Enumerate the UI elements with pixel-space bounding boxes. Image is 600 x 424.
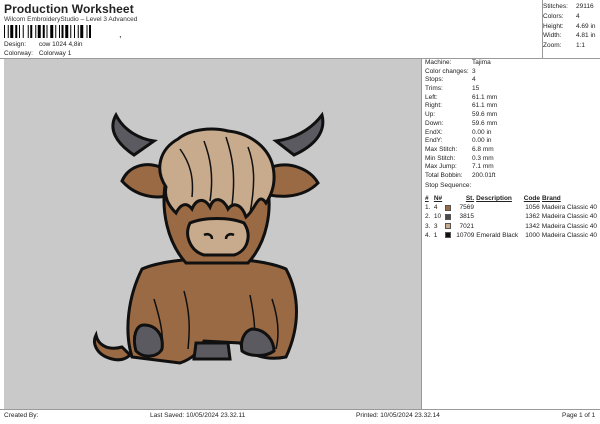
info-endy: EndY: 0.00 in [425, 137, 492, 145]
info-max-stitch: Max Stitch: 6.8 mm [425, 145, 494, 153]
color-swatch [444, 213, 451, 220]
right-horn [272, 111, 325, 157]
info-right: Right: 61.1 mm [425, 102, 498, 110]
info-endx: EndX: 0.00 in [425, 128, 492, 136]
table-row: 1. 4 7569 1056 Madeira Classic 40 [425, 204, 597, 212]
colorway-row: Colorway: Colorway 1 [4, 50, 71, 57]
stats-divider [542, 0, 543, 58]
page-title: Production Worksheet [4, 2, 134, 16]
stop-sequence-table: # N# St. Description Code Brand 1. 4 756… [425, 194, 597, 240]
highland-cow-artwork [93, 111, 325, 365]
footer-printed: Printed: 10/05/2024 23.32.14 [356, 412, 440, 419]
color-swatch [444, 223, 451, 230]
table-row: 3. 3 7021 1342 Madeira Classic 40 [425, 222, 597, 230]
table-row: 4. 1 10709 Emerald Black 1000 Madeira Cl… [425, 231, 597, 239]
design-preview [4, 59, 422, 409]
stat-zoom: Zoom: 1:1 [543, 42, 586, 50]
table-row: 2. 10 3815 1362 Madeira Classic 40 [425, 213, 597, 221]
design-label: Design: [4, 41, 27, 48]
info-machine: Machine: Tajima [425, 59, 491, 66]
left-back-hoof [192, 341, 232, 361]
footer-divider [0, 409, 600, 410]
design-stats: Stitches: 29116 Colors: 4 Height: 4.69 in W… [543, 3, 598, 52]
design-row: Design: cow 1024 4,8in [4, 41, 83, 48]
stat-width: Width: 4.81 in [543, 32, 596, 40]
info-up: Up: 59.6 mm [425, 111, 498, 119]
barcode [4, 25, 91, 38]
left-horn [111, 111, 158, 157]
software-subtitle: Wilcom EmbroideryStudio – Level 3 Advanc… [4, 16, 138, 23]
machine-info-panel: Machine: Tajima Color changes: 3 Stops: 4 T… [425, 59, 597, 190]
stop-sequence-title: Stop Sequence: [425, 181, 472, 189]
table-header: # N# St. Description Code Brand [425, 195, 561, 202]
info-left: Left: 61.1 mm [425, 93, 498, 101]
color-swatch [444, 204, 451, 211]
info-color-changes: Color changes: 3 [425, 67, 476, 75]
info-stops: Stops: 4 [425, 76, 476, 84]
color-swatch [444, 232, 451, 239]
info-max-jump: Max Jump: 7.1 mm [425, 163, 494, 171]
left-front-hoof [132, 323, 164, 358]
footer-page: Page 1 of 1 [562, 412, 596, 419]
colorway-label: Colorway: [4, 50, 33, 57]
stat-height: Height: 4.69 in [543, 22, 596, 30]
muzzle [186, 217, 250, 257]
design-value: cow 1024 4,8in [38, 41, 83, 48]
info-total-bobbin: Total Bobbin: 200.01ft [425, 171, 496, 179]
barcode-tail: , [119, 29, 122, 39]
info-down: Down: 59.6 mm [425, 119, 498, 127]
colorway-value: Colorway 1 [38, 50, 72, 57]
footer-last-saved: Last Saved: 10/05/2024 23.32.11 [150, 412, 246, 419]
stat-stitches: Stitches: 29116 [543, 3, 594, 10]
info-min-stitch: Min Stitch: 0.3 mm [425, 154, 494, 162]
info-trims: Trims: 15 [425, 85, 480, 93]
footer-created-by: Created By: [4, 412, 39, 419]
tail [93, 330, 133, 362]
stat-colors: Colors: 4 [543, 12, 580, 20]
